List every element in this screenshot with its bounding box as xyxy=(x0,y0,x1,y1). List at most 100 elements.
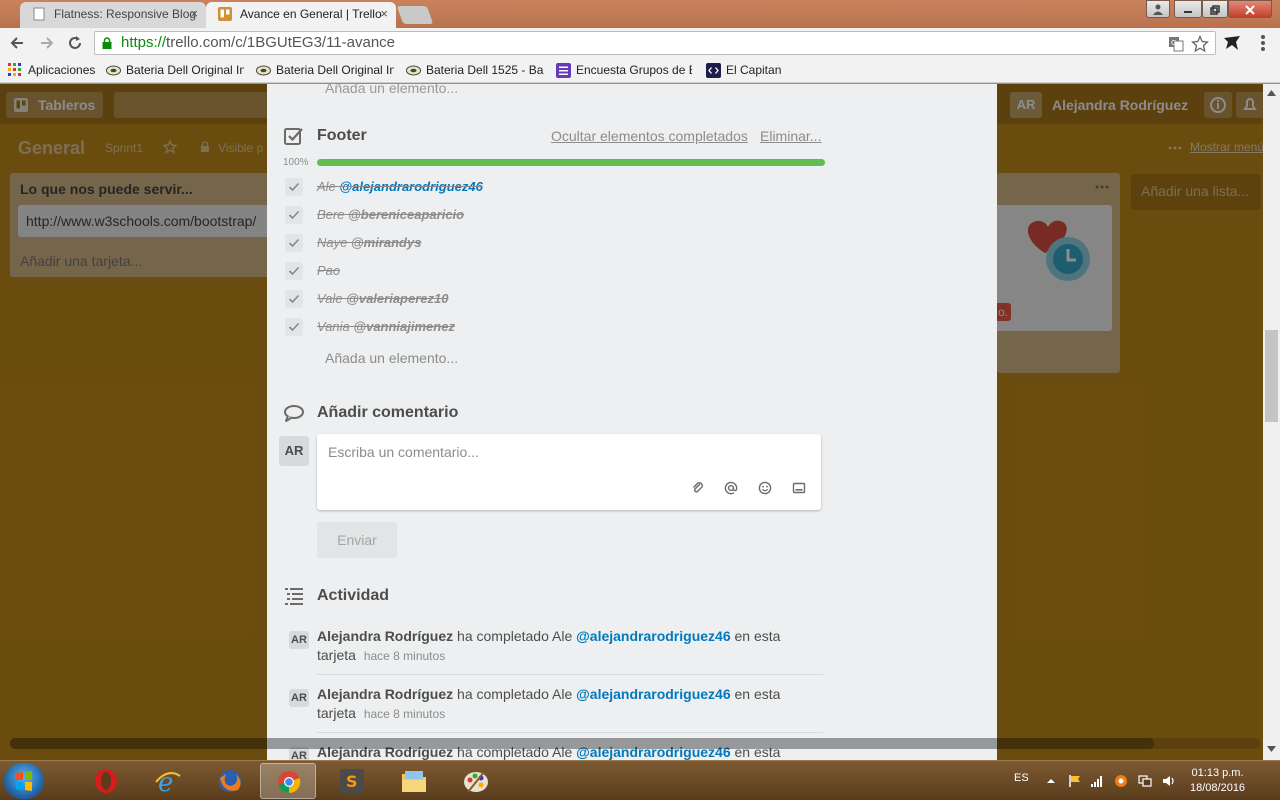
minimize-button[interactable] xyxy=(1174,0,1202,18)
item-mention[interactable]: @alejandrarodriguez46 xyxy=(339,179,482,194)
new-tab-button[interactable] xyxy=(396,6,434,24)
progress-bar xyxy=(317,159,825,166)
bookmark-encuesta[interactable]: Encuesta Grupos de E xyxy=(556,62,692,79)
reload-icon xyxy=(69,36,81,49)
item-mention[interactable]: @vanniajimenez xyxy=(353,319,455,334)
chevron-up-icon[interactable] xyxy=(1267,90,1276,96)
checkbox[interactable] xyxy=(285,206,303,224)
emoji-icon[interactable] xyxy=(758,481,772,495)
clock-date: 18/08/2016 xyxy=(1190,782,1246,794)
taskbar-explorer[interactable] xyxy=(386,763,442,799)
delete-checklist-link[interactable]: Eliminar... xyxy=(760,128,821,144)
avatar[interactable]: AR xyxy=(289,631,309,649)
horizontal-scrollbar[interactable] xyxy=(10,738,1260,749)
chevron-up-icon[interactable] xyxy=(1044,774,1058,788)
back-button[interactable] xyxy=(6,32,28,54)
check-icon xyxy=(288,182,300,192)
language-indicator[interactable]: ES xyxy=(1014,772,1029,784)
avatar[interactable]: AR xyxy=(279,436,309,466)
item-name: Vale xyxy=(317,291,343,306)
taskbar-paint[interactable] xyxy=(448,763,504,799)
chevron-down-icon[interactable] xyxy=(1267,746,1276,752)
taskbar-firefox[interactable] xyxy=(202,763,258,799)
activity-mention[interactable]: @alejandrarodriguez46 xyxy=(576,686,730,702)
paperclip-icon[interactable] xyxy=(691,481,705,495)
chrome-icon xyxy=(278,771,301,794)
activity-time[interactable]: hace 8 minutos xyxy=(364,649,445,663)
browser-tabstrip: Flatness: Responsive Blog × Avance en Ge… xyxy=(0,0,1280,28)
scrollbar-thumb[interactable] xyxy=(1265,330,1278,422)
activity-actor[interactable]: Alejandra Rodríguez xyxy=(317,686,453,702)
add-comment-title: Añadir comentario xyxy=(317,404,459,421)
arrow-left-icon xyxy=(10,37,23,49)
forward-button[interactable] xyxy=(36,32,58,54)
star-icon[interactable] xyxy=(1191,35,1209,53)
signal-icon[interactable] xyxy=(1090,774,1104,788)
activity-verb: ha completado Ale xyxy=(457,628,573,644)
checkbox[interactable] xyxy=(285,178,303,196)
bookmark-bateria-1[interactable]: Bateria Dell Original In xyxy=(106,62,244,79)
bookmark-bateria-2[interactable]: Bateria Dell Original In xyxy=(256,62,394,79)
internet-explorer-icon: e xyxy=(155,768,181,794)
taskbar-ie[interactable]: e xyxy=(140,763,196,799)
activity-mention[interactable]: @alejandrarodriguez46 xyxy=(576,628,730,644)
taskbar-chrome[interactable] xyxy=(260,763,316,799)
tab-trello-avance[interactable]: Avance en General | Trello × xyxy=(206,2,396,28)
send-button[interactable]: Enviar xyxy=(317,522,397,558)
network-icon[interactable] xyxy=(1138,774,1152,788)
checklist-title[interactable]: Footer xyxy=(317,127,367,145)
checkbox[interactable] xyxy=(285,234,303,252)
bookmark-label: El Capitan xyxy=(726,63,782,77)
bookmark-label: Bateria Dell Original In xyxy=(276,63,394,77)
user-icon[interactable] xyxy=(1146,0,1170,18)
hide-completed-link[interactable]: Ocultar elementos completados xyxy=(551,128,748,144)
comment-icon xyxy=(284,405,304,422)
checkbox[interactable] xyxy=(285,290,303,308)
taskbar: e S ES 01:13 p.m. 18/08/2016 xyxy=(0,760,1280,800)
comment-placeholder: Escriba un comentario... xyxy=(328,444,479,460)
item-mention[interactable]: @bereniceaparicio xyxy=(348,207,464,222)
item-mention[interactable]: @mirandys xyxy=(351,235,421,250)
checkbox[interactable] xyxy=(285,318,303,336)
checklist-item-text: Vania @vanniajimenez xyxy=(317,319,455,334)
comment-input[interactable]: Escriba un comentario... xyxy=(317,434,821,510)
checkbox[interactable] xyxy=(285,262,303,280)
scrollbar-thumb[interactable] xyxy=(10,738,1154,749)
add-checklist-item-link[interactable]: Añada un elemento... xyxy=(325,350,458,366)
add-checklist-item-link[interactable]: Añada un elemento... xyxy=(325,84,458,96)
reload-button[interactable] xyxy=(64,32,86,54)
start-button[interactable] xyxy=(4,763,44,799)
chrome-menu-button[interactable] xyxy=(1256,34,1270,51)
mention-icon[interactable] xyxy=(724,481,738,495)
clock-time: 01:13 p.m. xyxy=(1191,767,1244,779)
volume-icon[interactable] xyxy=(1162,774,1176,788)
avatar[interactable]: AR xyxy=(289,689,309,707)
bookmark-bateria-3[interactable]: Bateria Dell 1525 - Ba xyxy=(406,62,544,79)
address-bar[interactable]: https://trello.com/c/1BGUtEG3/11-avance … xyxy=(94,31,1216,55)
tab-title: Flatness: Responsive Blog xyxy=(54,7,197,21)
close-icon[interactable]: × xyxy=(380,2,388,26)
sublime-text-icon: S xyxy=(340,769,364,793)
url-text: https://trello.com/c/1BGUtEG3/11-avance xyxy=(121,32,395,54)
window-close-button[interactable] xyxy=(1228,0,1272,18)
activity-actor[interactable]: Alejandra Rodríguez xyxy=(317,628,453,644)
check-icon xyxy=(288,266,300,276)
item-mention[interactable]: @valeriaperez10 xyxy=(346,291,448,306)
restore-button[interactable] xyxy=(1202,0,1228,18)
tab-flatness-blog[interactable]: Flatness: Responsive Blog × xyxy=(20,2,206,28)
clock[interactable]: 01:13 p.m. 18/08/2016 xyxy=(1190,766,1245,796)
close-icon[interactable]: × xyxy=(190,2,198,26)
card-icon[interactable] xyxy=(792,481,806,495)
paint-icon xyxy=(464,771,488,793)
taskbar-sublime[interactable]: S xyxy=(324,763,380,799)
apps-icon xyxy=(8,63,21,76)
bookmark-el-capitan[interactable]: El Capitan xyxy=(706,62,781,79)
translate-icon[interactable]: G xyxy=(1167,35,1185,53)
avast-icon[interactable] xyxy=(1114,774,1128,788)
extension-icon[interactable] xyxy=(1222,34,1242,52)
bookmark-apps[interactable]: Aplicaciones xyxy=(8,62,95,79)
activity-time[interactable]: hace 8 minutos xyxy=(364,707,445,721)
taskbar-opera[interactable] xyxy=(78,763,134,799)
flag-icon[interactable] xyxy=(1068,774,1082,788)
vertical-scrollbar[interactable] xyxy=(1263,84,1280,760)
